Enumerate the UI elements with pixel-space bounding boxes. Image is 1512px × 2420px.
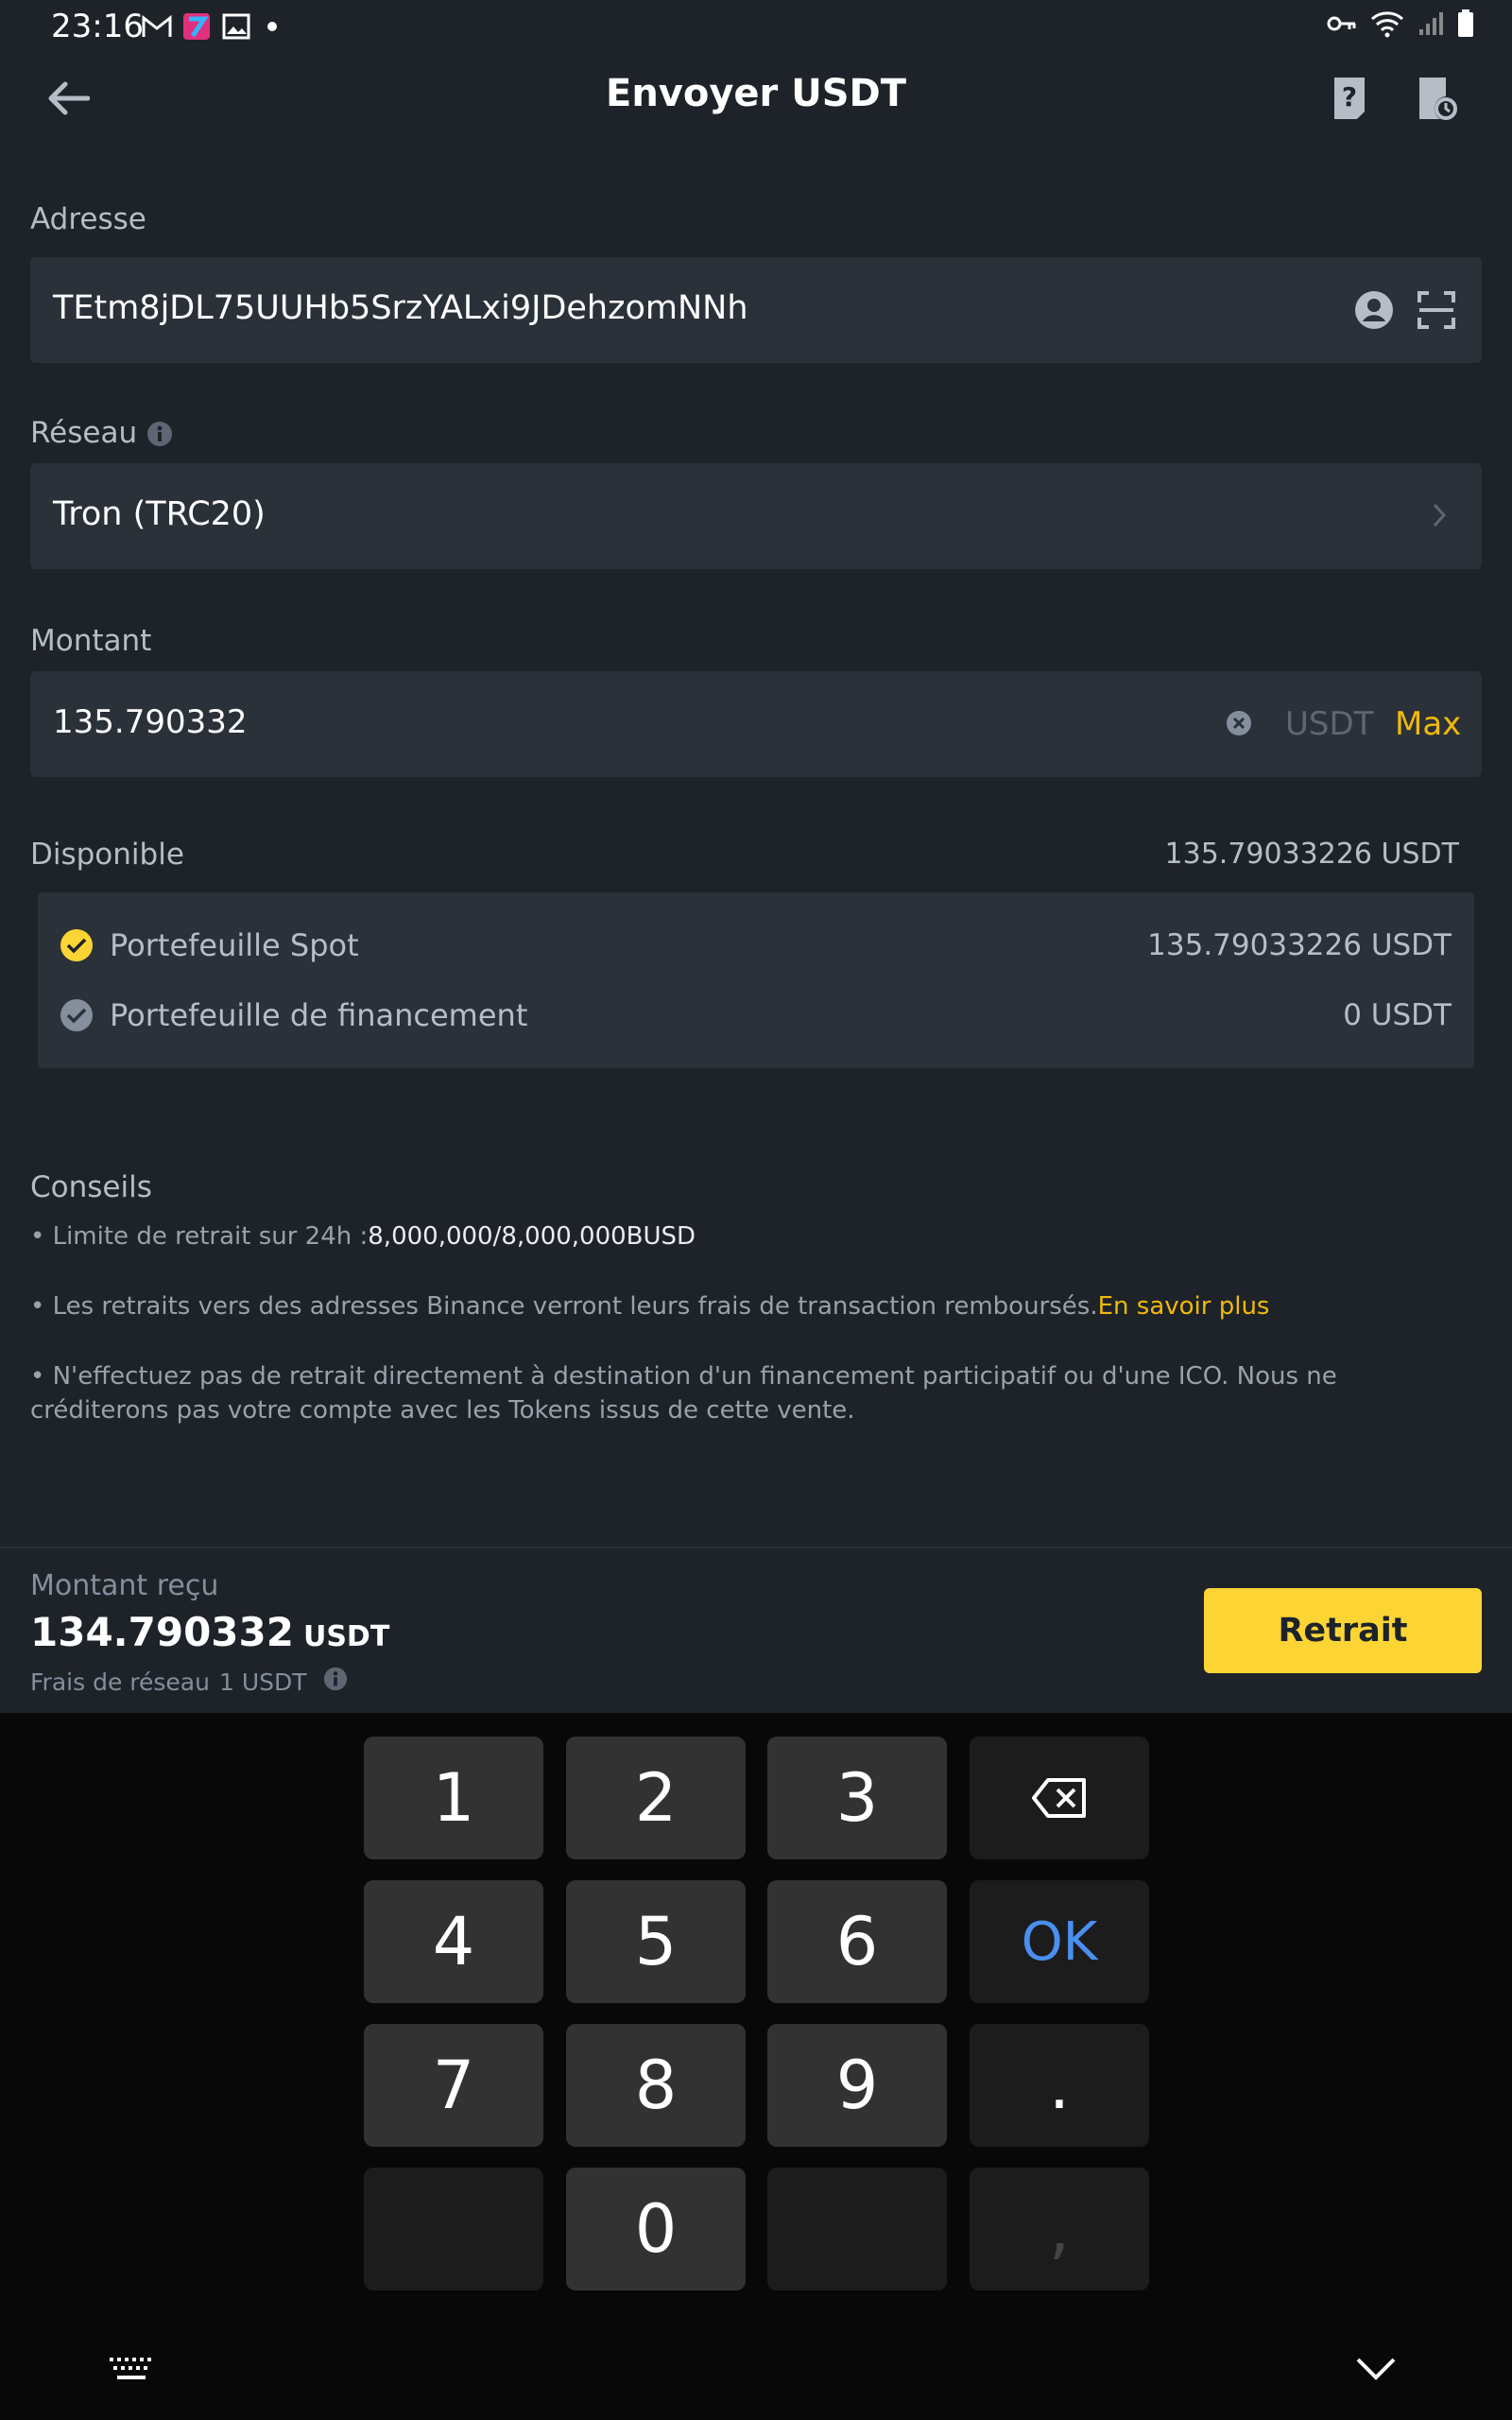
status-icons-right [1327,9,1474,42]
wifi-icon [1370,9,1404,42]
check-circle-icon [60,929,93,961]
history-document-icon [1419,78,1457,120]
key-1[interactable]: 1 [364,1737,543,1859]
svg-text:?: ? [1342,81,1357,112]
network-label: Réseau [30,416,138,450]
ok-key[interactable]: OK [970,1880,1149,2003]
key-4[interactable]: 4 [364,1880,543,2003]
address-book-icon [1355,291,1393,329]
amount-unit: USDT [1285,705,1374,743]
received-unit: USDT [302,1620,390,1653]
key-0[interactable]: 0 [566,2168,746,2290]
amount-input[interactable]: 135.790332 [53,703,248,741]
key-8[interactable]: 8 [566,2024,746,2147]
scan-qr-button[interactable] [1418,291,1455,333]
check-circle-icon [60,999,93,1031]
gallery-icon [219,11,253,42]
page-title: Envoyer USDT [606,72,906,115]
status-time: 23:16 [51,8,144,45]
numeric-keyboard: 1 2 3 4 5 6 OK 7 8 9 . 0 , [0,1713,1512,2420]
address-input[interactable]: TEtm8jDL75UUHb5SrzYALxi9JDehzomNNh [53,289,748,327]
available-label: Disponible [30,838,184,872]
faq-button[interactable]: ? [1323,72,1376,125]
wallet-selector: Portefeuille Spot 135.79033226 USDT Port… [38,892,1474,1068]
history-button[interactable] [1410,72,1463,125]
battery-icon [1457,9,1474,42]
wallet-balance: 0 USDT [1343,998,1452,1032]
available-value: 135.79033226 USDT [1164,838,1459,871]
backspace-key[interactable] [970,1737,1149,1859]
key-7[interactable]: 7 [364,2024,543,2147]
max-button[interactable]: Max [1395,705,1461,743]
address-field[interactable]: TEtm8jDL75UUHb5SrzYALxi9JDehzomNNh [30,257,1482,363]
clear-amount-button[interactable] [1225,709,1253,741]
tip-refund: • Les retraits vers des adresses Binance… [30,1289,1482,1323]
wallet-balance: 135.79033226 USDT [1147,928,1452,962]
wallet-name: Portefeuille de financement [110,997,528,1033]
keyboard-switch-button[interactable] [108,2356,155,2388]
key-decimal[interactable]: . [970,2024,1149,2147]
key-comma[interactable]: , [970,2168,1149,2290]
wallet-option-funding[interactable]: Portefeuille de financement 0 USDT [60,987,1452,1044]
faq-document-icon: ? [1334,78,1365,119]
tip-limit-text: • Limite de retrait sur 24h : [30,1222,369,1251]
wallet-option-spot[interactable]: Portefeuille Spot 135.79033226 USDT [60,917,1452,974]
amount-label: Montant [30,624,152,658]
received-amount: 134.790332 USDT [30,1609,389,1655]
key-9[interactable]: 9 [767,2024,947,2147]
fee-value: 1 USDT [218,1668,307,1696]
key-5[interactable]: 5 [566,1880,746,2003]
wallet-name: Portefeuille Spot [110,927,359,963]
learn-more-link[interactable]: En savoir plus [1098,1292,1270,1321]
amount-field[interactable]: 135.790332 USDT Max [30,671,1482,777]
received-value: 134.790332 [30,1609,294,1655]
vpn-key-icon [1327,14,1357,37]
tip-refund-text: • Les retraits vers des adresses Binance… [30,1292,1098,1321]
network-select[interactable]: Tron (TRC20) [30,463,1482,569]
status-bar: 23:16 [0,0,1512,53]
tip-withdraw-limit: • Limite de retrait sur 24h :8,000,000/8… [30,1219,1482,1253]
chevron-right-icon [1431,501,1448,533]
address-book-button[interactable] [1353,289,1395,335]
fee-label: Frais de réseau [30,1668,210,1696]
tip-ico: • N'effectuez pas de retrait directement… [30,1362,1337,1425]
more-notifications-dot [263,11,282,42]
key-3[interactable]: 3 [767,1737,947,1859]
key-2[interactable]: 2 [566,1737,746,1859]
withdraw-button[interactable]: Retrait [1204,1588,1482,1673]
network-info-icon[interactable] [146,420,174,452]
signal-icon [1418,10,1444,41]
key-6[interactable]: 6 [767,1880,947,2003]
gmail-icon [140,11,174,42]
fee-info-icon[interactable] [322,1666,349,1698]
backspace-icon [1032,1778,1086,1818]
network-fee: Frais de réseau 1 USDT [30,1666,349,1698]
clear-icon [1227,711,1251,735]
tips-title: Conseils [30,1170,152,1204]
hide-keyboard-button[interactable] [1355,2356,1397,2386]
keyboard-icon [110,2358,151,2379]
address-label: Adresse [30,202,146,236]
scan-icon [1418,291,1455,329]
key-empty-right [767,2168,947,2290]
received-label: Montant reçu [30,1569,219,1602]
key-empty-left [364,2168,543,2290]
tip-limit-value: 8,000,000/8,000,000BUSD [368,1222,696,1251]
app-notification-icon [180,11,214,42]
network-value: Tron (TRC20) [53,495,266,533]
chevron-down-icon [1356,2358,1396,2380]
